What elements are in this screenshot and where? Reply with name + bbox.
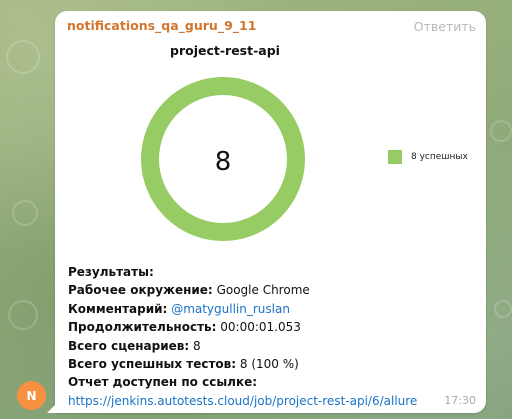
passed-label: Всего успешных тестов: xyxy=(68,357,237,372)
donut-chart: 8 xyxy=(141,77,305,241)
background-doodle xyxy=(8,300,38,330)
report-link[interactable]: https://jenkins.autotests.cloud/job/proj… xyxy=(68,394,417,408)
donut-center-label: 8 xyxy=(215,147,232,177)
passed-value: 8 (100 %) xyxy=(239,357,299,372)
comment-label: Комментарий: xyxy=(68,301,168,316)
background-doodle xyxy=(490,120,512,142)
avatar-initial: N xyxy=(26,388,37,403)
environment-value: Google Chrome xyxy=(216,283,310,298)
message-bubble-tail xyxy=(47,399,61,413)
chart-title: project-rest-api xyxy=(170,43,280,58)
report-label: Отчет доступен по ссылке: xyxy=(68,375,258,390)
environment-label: Рабочее окружение: xyxy=(68,283,213,298)
reply-button[interactable]: Ответить xyxy=(414,19,476,34)
scenarios-label: Всего сценариев: xyxy=(68,338,190,353)
results-block: Результаты: Рабочее окружение: Google Ch… xyxy=(68,263,417,410)
sender-avatar[interactable]: N xyxy=(17,381,46,410)
legend-label: 8 успешных xyxy=(411,152,468,162)
background-doodle xyxy=(494,300,512,318)
legend-swatch xyxy=(388,150,402,164)
sender-name[interactable]: notifications_qa_guru_9_11 xyxy=(67,18,256,33)
duration-label: Продолжительность: xyxy=(68,320,217,335)
mention-link[interactable]: @matygullin_ruslan xyxy=(171,302,290,316)
results-heading: Результаты: xyxy=(68,265,154,279)
background-doodle xyxy=(6,40,40,74)
background-doodle xyxy=(12,200,38,226)
duration-value: 00:00:01.053 xyxy=(220,320,301,335)
chart-legend: 8 успешных xyxy=(388,150,468,164)
scenarios-value: 8 xyxy=(192,338,201,353)
message-time: 17:30 xyxy=(444,394,476,407)
